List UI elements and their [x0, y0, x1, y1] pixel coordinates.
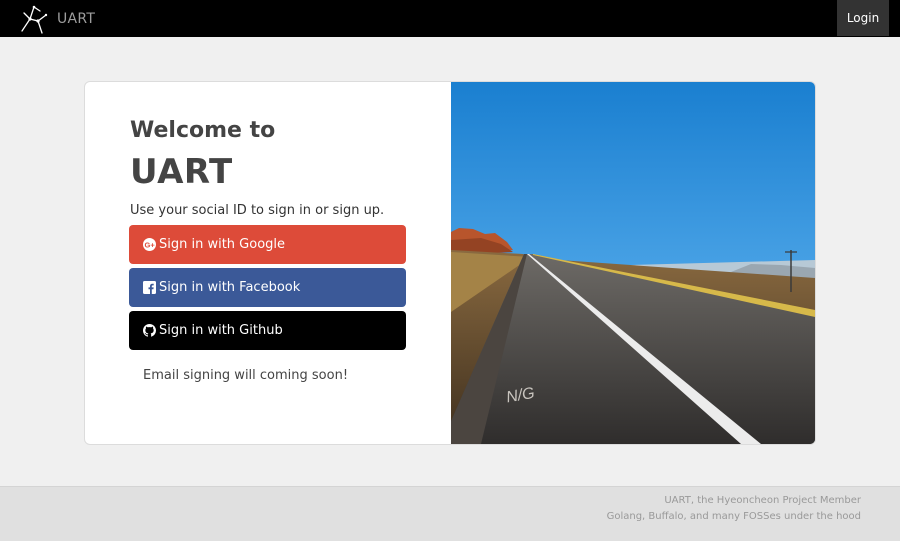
- email-signin-note: Email signing will coming soon!: [143, 368, 349, 383]
- login-button[interactable]: Login: [837, 0, 889, 36]
- navbar: UART Login: [0, 0, 900, 37]
- google-signin-label: Sign in with Google: [159, 237, 286, 252]
- footer: UART, the Hyeoncheon Project Member Gola…: [0, 486, 900, 541]
- uart-logo-icon: [21, 5, 48, 34]
- facebook-signin-label: Sign in with Facebook: [159, 280, 301, 295]
- signin-panel: Welcome to UART Use your social ID to si…: [85, 82, 451, 444]
- hero-image: N/G: [451, 82, 815, 444]
- github-signin-button[interactable]: Sign in with Github: [129, 311, 406, 350]
- github-icon: [143, 324, 156, 337]
- welcome-heading: Welcome to: [130, 118, 276, 143]
- brand-link[interactable]: UART: [0, 0, 95, 37]
- facebook-signin-button[interactable]: Sign in with Facebook: [129, 268, 406, 307]
- footer-tech: Golang, Buffalo, and many FOSSes under t…: [606, 511, 861, 522]
- footer-credit: UART, the Hyeoncheon Project Member: [664, 495, 861, 506]
- brand-title: UART: [57, 10, 96, 27]
- google-signin-button[interactable]: G+ Sign in with Google: [129, 225, 406, 264]
- desert-road-photo: N/G: [451, 82, 815, 444]
- google-plus-icon: G+: [143, 238, 156, 251]
- app-title: UART: [130, 152, 233, 192]
- facebook-icon: [143, 281, 156, 294]
- signin-card: Welcome to UART Use your social ID to si…: [84, 81, 816, 445]
- signin-instructions: Use your social ID to sign in or sign up…: [130, 203, 385, 218]
- svg-text:G+: G+: [144, 240, 155, 249]
- github-signin-label: Sign in with Github: [159, 323, 283, 338]
